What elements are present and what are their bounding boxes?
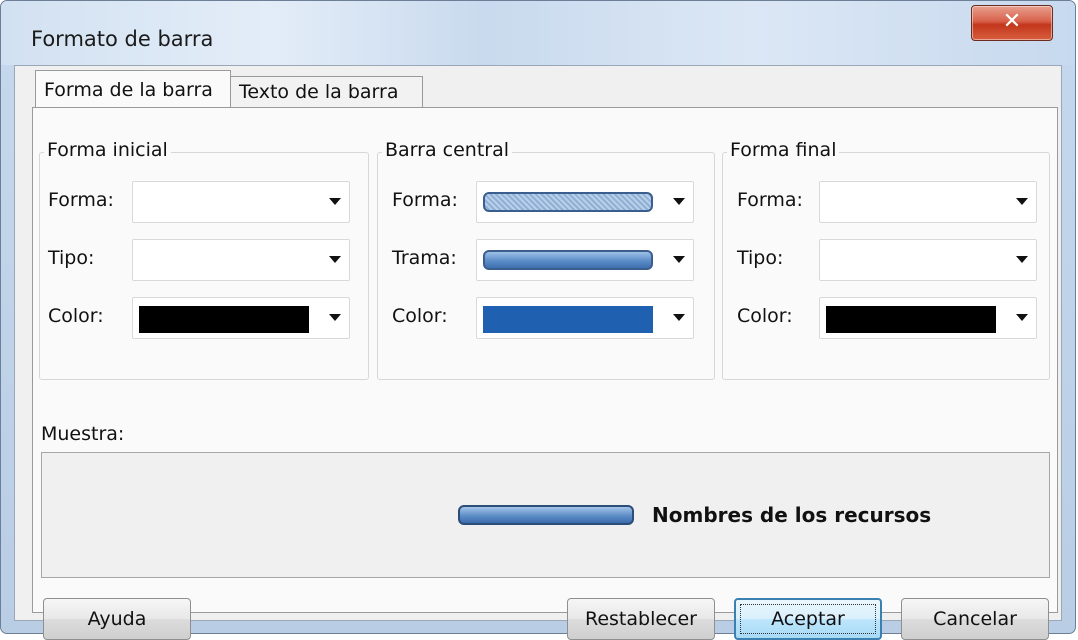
tab-forma-de-la-barra[interactable]: Forma de la barra	[35, 70, 231, 108]
middle-shape-label: Forma:	[392, 189, 458, 211]
start-shape-label: Forma:	[48, 189, 114, 211]
tab-texto-de-la-barra[interactable]: Texto de la barra	[231, 76, 423, 108]
chevron-down-icon	[673, 198, 685, 205]
reset-button[interactable]: Restablecer	[567, 598, 715, 640]
ok-button[interactable]: Aceptar	[734, 598, 882, 640]
close-icon[interactable]: ✕	[971, 5, 1053, 41]
start-type-label: Tipo:	[48, 247, 95, 269]
sample-label: Muestra:	[41, 423, 125, 445]
end-shape-label: Forma:	[737, 189, 803, 211]
color-swatch	[826, 306, 996, 333]
middle-pattern-label: Trama:	[392, 247, 457, 269]
focus-ring	[740, 604, 876, 634]
group-barra-central: Barra central Forma: Trama: Color:	[377, 139, 715, 380]
middle-shape-select[interactable]	[476, 181, 694, 223]
sample-preview: Nombres de los recursos	[41, 452, 1050, 578]
bar-pattern-preview	[483, 250, 653, 270]
help-button[interactable]: Ayuda	[43, 598, 191, 640]
group-legend: Forma inicial	[44, 139, 171, 161]
chevron-down-icon	[329, 198, 341, 205]
dialog-client-area: Forma de la barra Texto de la barra Form…	[14, 65, 1062, 640]
start-shape-select[interactable]	[132, 181, 350, 223]
start-color-label: Color:	[48, 305, 104, 327]
end-color-select[interactable]	[819, 297, 1037, 339]
chevron-down-icon	[329, 314, 341, 321]
group-forma-inicial: Forma inicial Forma: Tipo: Color:	[39, 139, 369, 380]
tab-panel: Forma inicial Forma: Tipo: Color: Barra …	[32, 107, 1058, 640]
end-type-label: Tipo:	[737, 247, 784, 269]
bar-shape-preview	[483, 192, 653, 212]
sample-bar	[458, 505, 634, 525]
color-swatch	[483, 306, 653, 333]
chevron-down-icon	[1016, 314, 1028, 321]
color-swatch	[139, 306, 309, 333]
title-bar: Formato de barra ✕	[1, 1, 1075, 65]
middle-pattern-select[interactable]	[476, 239, 694, 281]
chevron-down-icon	[1016, 256, 1028, 263]
sample-text: Nombres de los recursos	[652, 503, 932, 527]
middle-color-select[interactable]	[476, 297, 694, 339]
group-legend: Barra central	[382, 139, 513, 161]
dialog-window: Formato de barra ✕ Forma de la barra Tex…	[0, 0, 1076, 640]
group-forma-final: Forma final Forma: Tipo: Color:	[722, 139, 1050, 380]
end-type-select[interactable]	[819, 239, 1037, 281]
chevron-down-icon	[673, 314, 685, 321]
end-shape-select[interactable]	[819, 181, 1037, 223]
group-legend: Forma final	[727, 139, 840, 161]
start-type-select[interactable]	[132, 239, 350, 281]
start-color-select[interactable]	[132, 297, 350, 339]
middle-color-label: Color:	[392, 305, 448, 327]
chevron-down-icon	[329, 256, 341, 263]
window-title: Formato de barra	[31, 27, 214, 51]
end-color-label: Color:	[737, 305, 793, 327]
chevron-down-icon	[1016, 198, 1028, 205]
cancel-button[interactable]: Cancelar	[901, 598, 1049, 640]
chevron-down-icon	[673, 256, 685, 263]
